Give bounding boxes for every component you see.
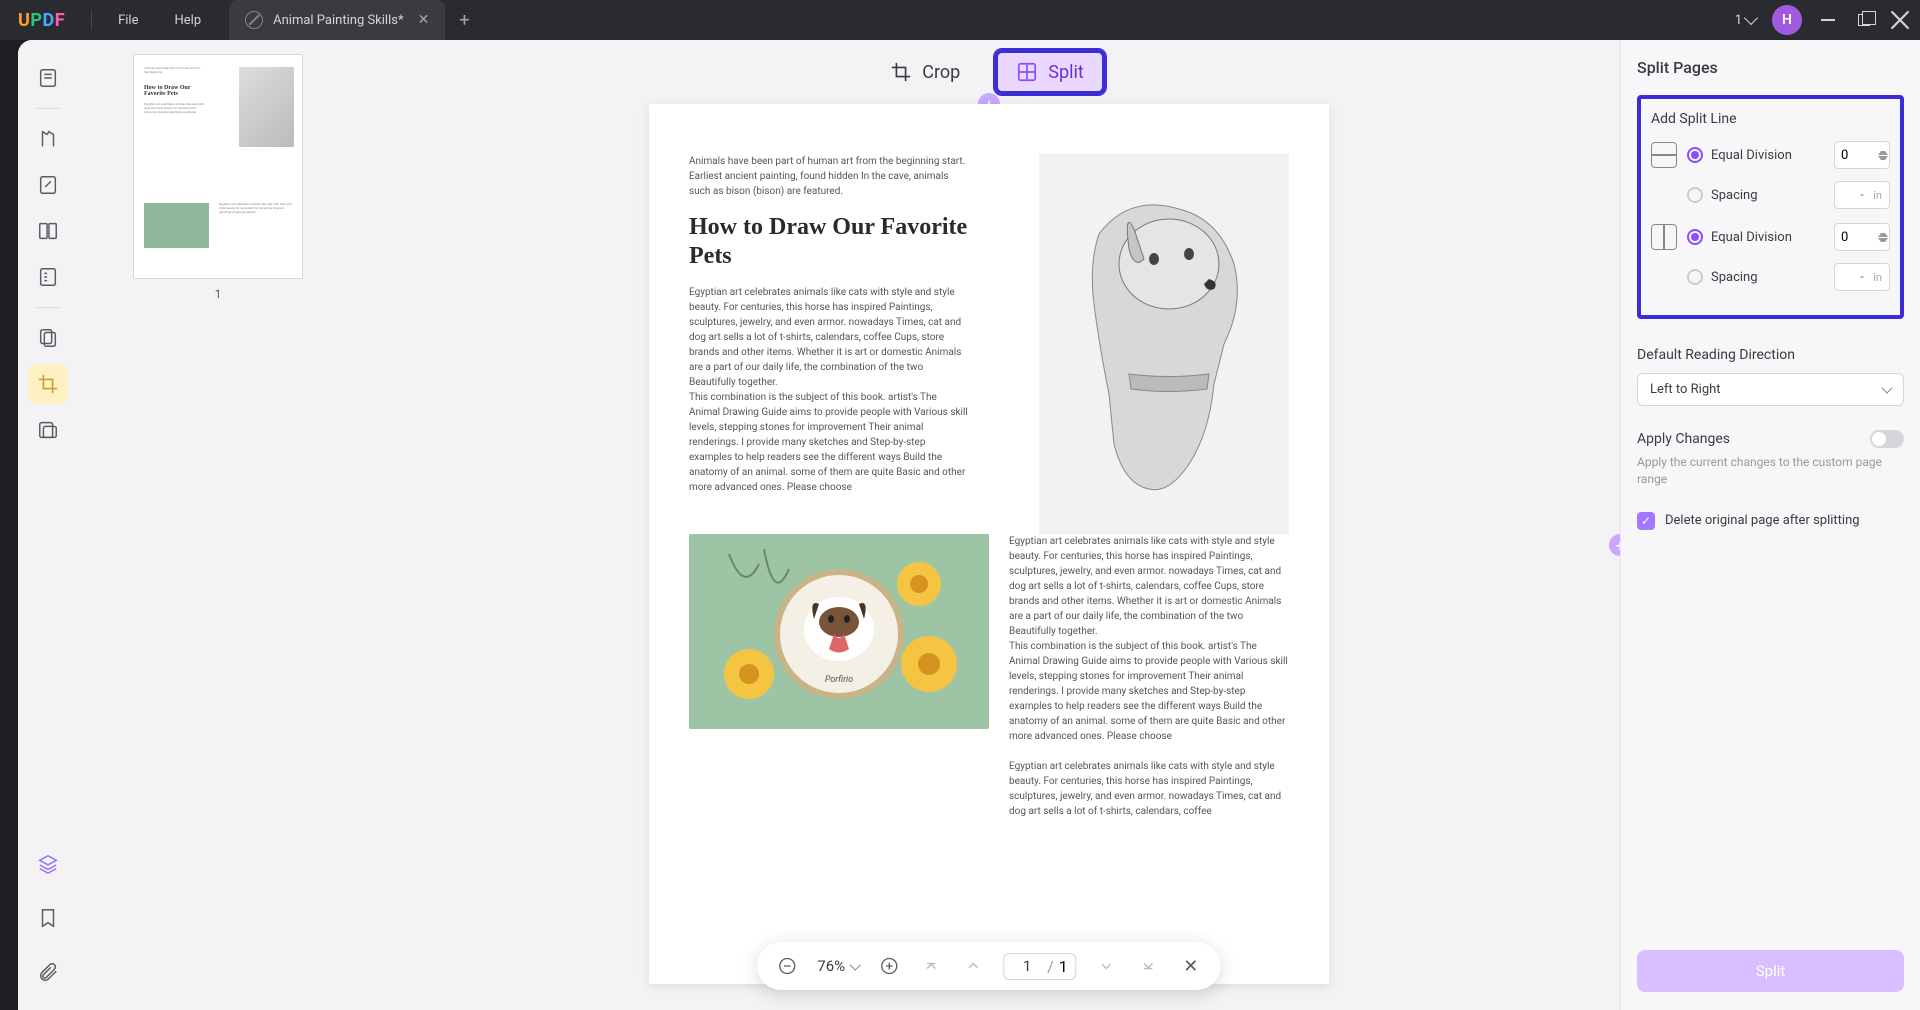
- radio-unchecked-icon: [1687, 187, 1703, 203]
- radio-checked-icon: [1687, 147, 1703, 163]
- bookmark-button[interactable]: [28, 898, 68, 938]
- dog-sketch-image: [1039, 154, 1289, 534]
- zoom-in-button[interactable]: [877, 954, 901, 978]
- add-split-right[interactable]: +: [1609, 534, 1620, 556]
- page-thumbnail-1[interactable]: Animals have been part of human art from…: [133, 54, 303, 279]
- user-avatar[interactable]: H: [1772, 5, 1802, 35]
- layers-button[interactable]: [28, 844, 68, 884]
- embroidery-image: Porfirio: [689, 534, 989, 729]
- apply-changes-label: Apply Changes: [1637, 431, 1730, 447]
- menu-help[interactable]: Help: [156, 13, 219, 28]
- reading-direction-select[interactable]: Left to Right: [1637, 373, 1904, 406]
- first-page-button[interactable]: [919, 954, 943, 978]
- maximize-button[interactable]: [1854, 10, 1874, 30]
- doc-body-1: Egyptian art celebrates animals like cat…: [689, 285, 969, 495]
- v-equal-division-radio[interactable]: Equal Division: [1687, 229, 1824, 245]
- split-icon: [1016, 61, 1038, 83]
- menu-file[interactable]: File: [100, 13, 156, 28]
- delete-original-checkbox[interactable]: ✓: [1637, 512, 1655, 530]
- page-indicator: / 1: [1003, 953, 1077, 980]
- thumbnail-number: 1: [215, 287, 222, 301]
- zoom-dropdown[interactable]: 76%: [817, 957, 859, 975]
- workspace: Animals have been part of human art from…: [18, 40, 1920, 1010]
- add-split-line-label: Add Split Line: [1651, 111, 1890, 127]
- reader-tool[interactable]: [28, 58, 68, 98]
- minimize-button[interactable]: [1818, 10, 1838, 30]
- spin-down[interactable]: [1878, 238, 1888, 244]
- doc-title: How to Draw Our Favorite Pets: [689, 213, 969, 271]
- attachment-button[interactable]: [28, 952, 68, 992]
- zoom-out-button[interactable]: [775, 954, 799, 978]
- document-tab[interactable]: Animal Painting Skills* ✕: [229, 0, 445, 40]
- add-split-line-section: Add Split Line Equal Division Spacing: [1637, 95, 1904, 319]
- svg-text:Porfirio: Porfirio: [825, 675, 853, 685]
- doc-body-2: Egyptian art celebrates animals like cat…: [1009, 534, 1289, 819]
- main-canvas: Crop Split + Animals have been part of h…: [358, 40, 1620, 1010]
- chevron-down-icon: [1881, 382, 1892, 393]
- reading-direction-label: Default Reading Direction: [1637, 347, 1904, 363]
- window-count[interactable]: 1: [1735, 13, 1756, 28]
- divider: [91, 11, 92, 29]
- comment-tool[interactable]: [28, 119, 68, 159]
- page-view[interactable]: Animals have been part of human art from…: [649, 104, 1329, 984]
- tab-close-button[interactable]: ✕: [418, 12, 430, 28]
- left-sidebar: [18, 40, 78, 1010]
- titlebar: UPDF File Help Animal Painting Skills* ✕…: [0, 0, 1920, 40]
- edit-tool[interactable]: [28, 165, 68, 205]
- crop-button[interactable]: Crop: [872, 53, 978, 91]
- form-tool[interactable]: [28, 257, 68, 297]
- split-action-button[interactable]: Split: [1637, 950, 1904, 992]
- spin-up[interactable]: [1878, 149, 1888, 155]
- apply-changes-desc: Apply the current changes to the custom …: [1637, 454, 1904, 488]
- spin-down[interactable]: [1878, 156, 1888, 162]
- chevron-down-icon: [849, 959, 860, 970]
- redact-tool[interactable]: [28, 410, 68, 450]
- zoom-nav-bar: 76% / 1 ✕: [757, 942, 1220, 990]
- chevron-down-icon: [1744, 11, 1758, 25]
- next-page-button[interactable]: [1095, 954, 1119, 978]
- ocr-tool[interactable]: [28, 318, 68, 358]
- tab-doc-icon: [245, 11, 263, 29]
- page-input[interactable]: [1012, 957, 1042, 975]
- page-total: 1: [1059, 957, 1068, 976]
- tab-title: Animal Painting Skills*: [273, 13, 403, 28]
- v-spacing-radio[interactable]: Spacing: [1687, 269, 1824, 285]
- h-spacing-radio[interactable]: Spacing: [1687, 187, 1824, 203]
- h-equal-division-radio[interactable]: Equal Division: [1687, 147, 1824, 163]
- delete-original-label: Delete original page after splitting: [1665, 513, 1860, 528]
- close-window-button[interactable]: [1890, 10, 1910, 30]
- doc-intro: Animals have been part of human art from…: [689, 154, 969, 199]
- last-page-button[interactable]: [1137, 954, 1161, 978]
- crop-icon: [890, 61, 912, 83]
- organize-tool[interactable]: [28, 211, 68, 251]
- new-tab-button[interactable]: +: [459, 10, 469, 31]
- crop-split-tool[interactable]: [28, 364, 68, 404]
- app-logo: UPDF: [0, 10, 83, 31]
- spin-up[interactable]: [1878, 231, 1888, 237]
- split-button[interactable]: Split: [994, 49, 1105, 95]
- thumbnail-panel: Animals have been part of human art from…: [78, 40, 358, 1010]
- prev-page-button[interactable]: [961, 954, 985, 978]
- apply-changes-toggle[interactable]: [1870, 430, 1904, 448]
- horizontal-split-icon[interactable]: [1651, 142, 1677, 168]
- close-bar-button[interactable]: ✕: [1179, 954, 1203, 978]
- panel-title: Split Pages: [1637, 58, 1904, 77]
- vertical-split-icon[interactable]: [1651, 224, 1677, 250]
- radio-unchecked-icon: [1687, 269, 1703, 285]
- split-panel: Split Pages Add Split Line Equal Divisio…: [1620, 40, 1920, 1010]
- radio-checked-icon: [1687, 229, 1703, 245]
